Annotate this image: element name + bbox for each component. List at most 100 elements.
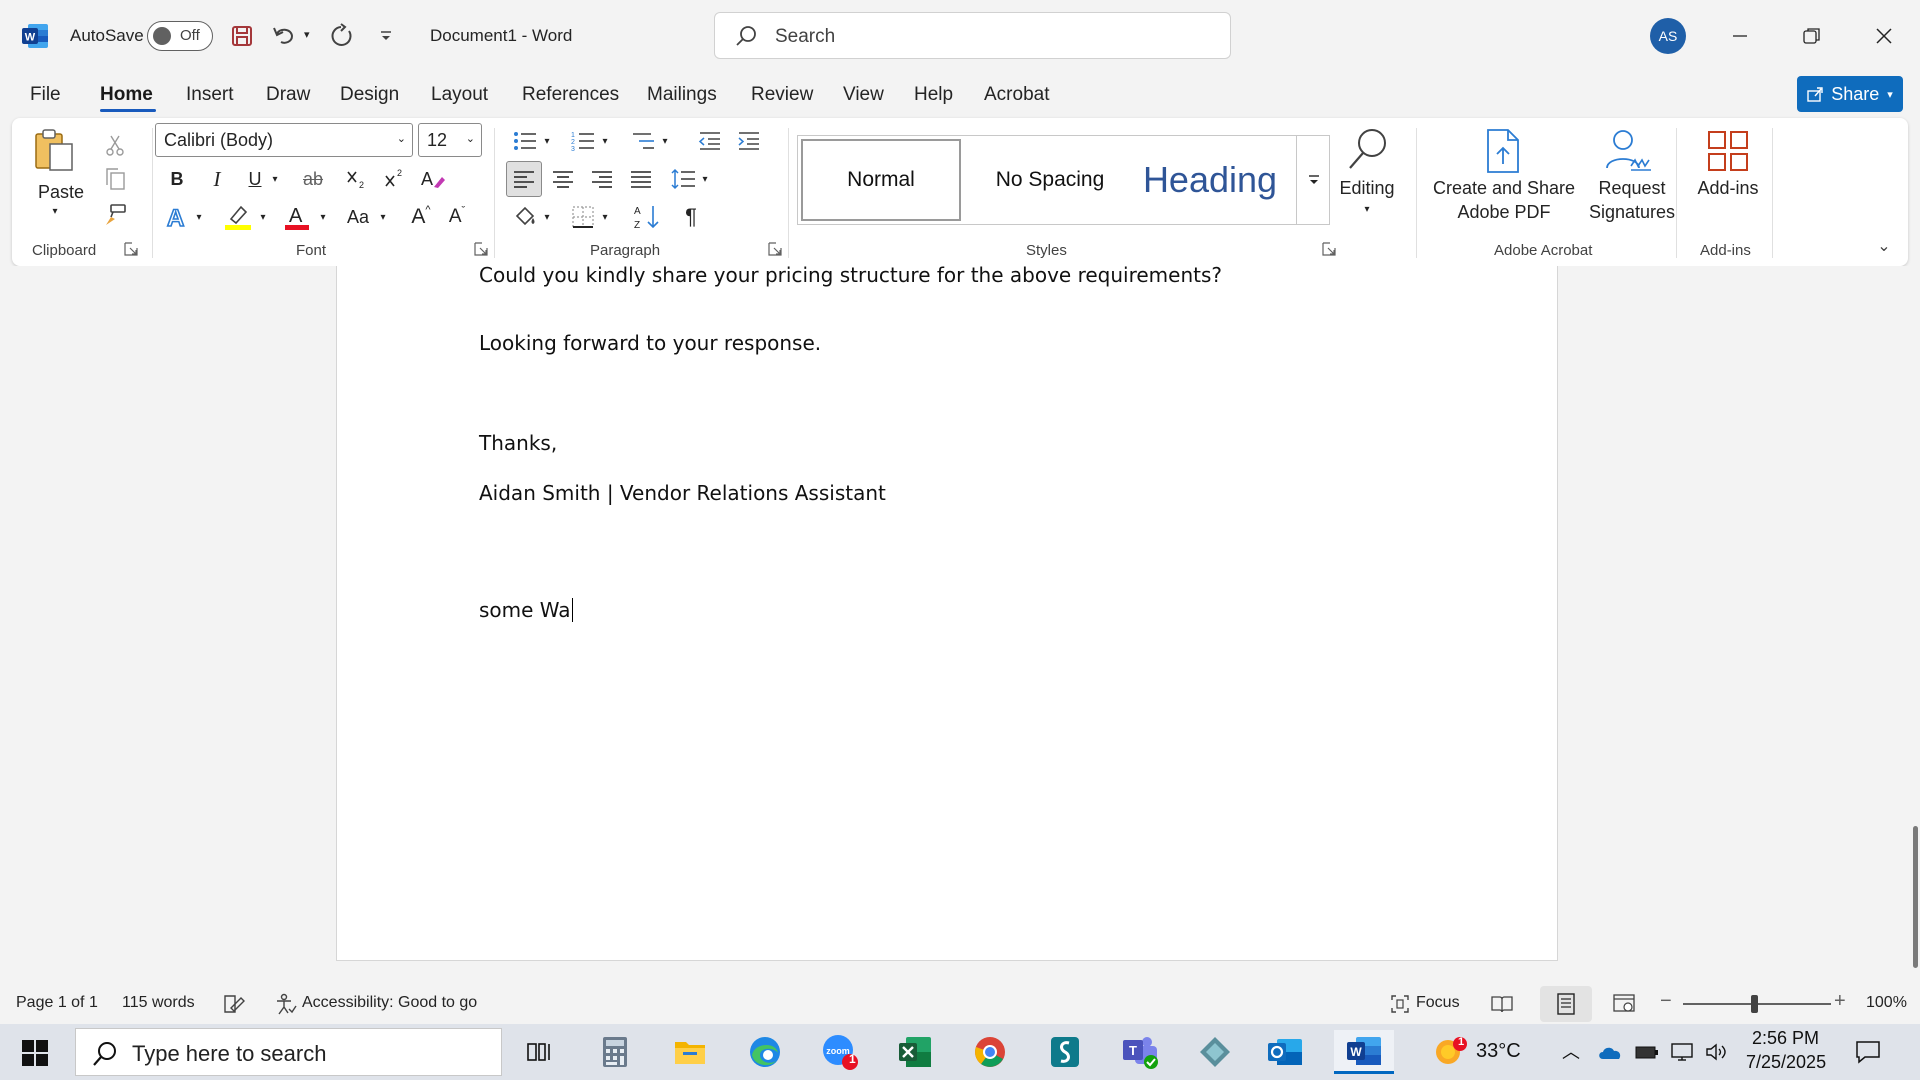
close-icon[interactable] <box>1864 18 1904 54</box>
tab-draw[interactable]: Draw <box>266 84 310 106</box>
grow-font-button[interactable]: A ^ <box>406 202 436 232</box>
numbering-icon[interactable]: 123 <box>568 126 598 156</box>
justify-icon[interactable] <box>626 164 656 194</box>
increase-indent-icon[interactable] <box>734 126 764 156</box>
zoom-in-icon[interactable]: + <box>1834 990 1846 1013</box>
app-diamond-icon[interactable] <box>1191 1030 1239 1074</box>
vertical-scrollbar[interactable] <box>1913 826 1918 968</box>
superscript-icon[interactable]: 2 <box>380 164 410 194</box>
search-box[interactable]: Search <box>714 12 1231 59</box>
avatar[interactable]: AS <box>1650 18 1686 54</box>
format-painter-icon[interactable] <box>102 202 128 228</box>
styles-more-button[interactable] <box>1296 136 1330 224</box>
onedrive-icon[interactable] <box>1596 1030 1624 1074</box>
sway-app-icon[interactable] <box>1041 1030 1089 1074</box>
notifications-icon[interactable] <box>1846 1030 1890 1074</box>
borders-icon[interactable] <box>568 202 598 232</box>
redo-icon[interactable] <box>326 20 358 52</box>
adobe-pdf-label[interactable]: Adobe PDF <box>1424 200 1584 224</box>
style-normal[interactable]: Normal <box>801 139 961 221</box>
taskbar-search[interactable]: Type here to search <box>75 1028 502 1076</box>
focus-icon[interactable] <box>1388 992 1412 1016</box>
proofing-icon[interactable] <box>222 992 246 1016</box>
word-taskbar-icon[interactable]: W <box>1334 1030 1394 1074</box>
create-share-label[interactable]: Create and Share <box>1424 176 1584 200</box>
styles-launcher-icon[interactable] <box>1322 242 1336 256</box>
file-explorer-icon[interactable] <box>666 1030 714 1074</box>
page-count[interactable]: Page 1 of 1 <box>16 994 98 1012</box>
clock-date[interactable]: 7/25/2025 <box>1746 1052 1826 1073</box>
save-icon[interactable] <box>226 20 258 52</box>
zoom-app-icon[interactable]: zoom 1 <box>816 1030 864 1074</box>
shading-icon[interactable] <box>510 202 540 232</box>
bullets-dropdown-icon[interactable]: ▾ <box>540 126 554 156</box>
line-spacing-icon[interactable] <box>668 164 698 194</box>
show-formatting-marks-icon[interactable]: ¶ <box>676 202 706 232</box>
word-count[interactable]: 115 words <box>122 994 195 1012</box>
minimize-icon[interactable] <box>1720 18 1760 54</box>
cut-icon[interactable] <box>102 132 128 158</box>
shading-dropdown-icon[interactable]: ▾ <box>540 202 554 232</box>
paste-dropdown-icon[interactable]: ▾ <box>48 206 62 217</box>
document-line[interactable]: Could you kindly share your pricing stru… <box>479 263 1222 287</box>
restore-icon[interactable] <box>1792 18 1832 54</box>
multilevel-dropdown-icon[interactable]: ▾ <box>658 126 672 156</box>
document-line[interactable]: Aidan Smith | Vendor Relations Assistant <box>479 481 886 505</box>
align-center-icon[interactable] <box>548 164 578 194</box>
clock-time[interactable]: 2:56 PM <box>1752 1028 1819 1049</box>
font-launcher-icon[interactable] <box>474 242 488 256</box>
web-layout-icon[interactable] <box>1612 992 1636 1016</box>
editing-label[interactable]: Editing <box>1332 176 1402 200</box>
bold-button[interactable]: B <box>162 164 192 194</box>
add-ins-icon[interactable] <box>1704 128 1752 174</box>
paste-icon[interactable] <box>34 128 76 172</box>
highlight-dropdown-icon[interactable]: ▾ <box>256 202 270 232</box>
sort-icon[interactable]: AZ <box>632 202 662 232</box>
task-view-icon[interactable] <box>516 1030 564 1074</box>
line-spacing-dropdown-icon[interactable]: ▾ <box>698 164 712 194</box>
zoom-level[interactable]: 100% <box>1866 994 1907 1012</box>
request-label[interactable]: Request <box>1582 176 1682 200</box>
chevron-up-icon[interactable]: ︿ <box>1562 1038 1580 1064</box>
clear-formatting-icon[interactable]: A <box>418 164 448 194</box>
highlight-icon[interactable] <box>220 202 256 232</box>
borders-dropdown-icon[interactable]: ▾ <box>598 202 612 232</box>
document-page[interactable]: Could you kindly share your pricing stru… <box>336 263 1558 961</box>
tab-acrobat[interactable]: Acrobat <box>984 84 1049 106</box>
tab-home[interactable]: Home <box>100 84 153 106</box>
volume-icon[interactable] <box>1703 1030 1731 1074</box>
font-size-combo[interactable]: 12 ⌄ <box>418 123 482 157</box>
read-mode-icon[interactable] <box>1490 992 1514 1016</box>
create-pdf-icon[interactable] <box>1480 128 1524 174</box>
paste-label[interactable]: Paste <box>38 180 84 204</box>
accessibility-icon[interactable] <box>274 992 298 1016</box>
tab-references[interactable]: References <box>522 84 619 106</box>
decrease-indent-icon[interactable] <box>695 126 725 156</box>
align-left-icon[interactable] <box>506 161 542 197</box>
teams-icon[interactable]: T <box>1116 1030 1164 1074</box>
zoom-slider-thumb[interactable] <box>1751 995 1758 1013</box>
change-case-button[interactable]: Aa <box>340 202 376 232</box>
editing-dropdown-icon[interactable]: ▾ <box>1360 202 1374 216</box>
focus-label[interactable]: Focus <box>1416 994 1460 1012</box>
collapse-ribbon-icon[interactable]: ⌄ <box>1874 236 1894 256</box>
undo-icon[interactable] <box>268 20 300 52</box>
font-color-dropdown-icon[interactable]: ▾ <box>316 202 330 232</box>
subscript-icon[interactable]: 2 <box>342 164 372 194</box>
network-icon[interactable] <box>1668 1030 1696 1074</box>
autosave-toggle[interactable]: Off <box>147 21 213 51</box>
underline-button[interactable]: U <box>240 164 270 194</box>
calculator-icon[interactable] <box>591 1030 639 1074</box>
shrink-font-button[interactable]: Aˇ <box>442 202 472 232</box>
weather-icon[interactable]: 1 <box>1430 1030 1470 1074</box>
chrome-icon[interactable] <box>966 1030 1014 1074</box>
tab-help[interactable]: Help <box>914 84 953 106</box>
italic-button[interactable]: I <box>202 164 232 194</box>
font-name-combo[interactable]: Calibri (Body) ⌄ <box>155 123 413 157</box>
copy-icon[interactable] <box>102 166 128 192</box>
numbering-dropdown-icon[interactable]: ▾ <box>598 126 612 156</box>
tab-layout[interactable]: Layout <box>431 84 488 106</box>
document-line[interactable]: Thanks, <box>479 431 557 455</box>
document-area[interactable]: Could you kindly share your pricing stru… <box>0 263 1920 982</box>
style-heading[interactable]: Heading <box>1130 139 1290 221</box>
